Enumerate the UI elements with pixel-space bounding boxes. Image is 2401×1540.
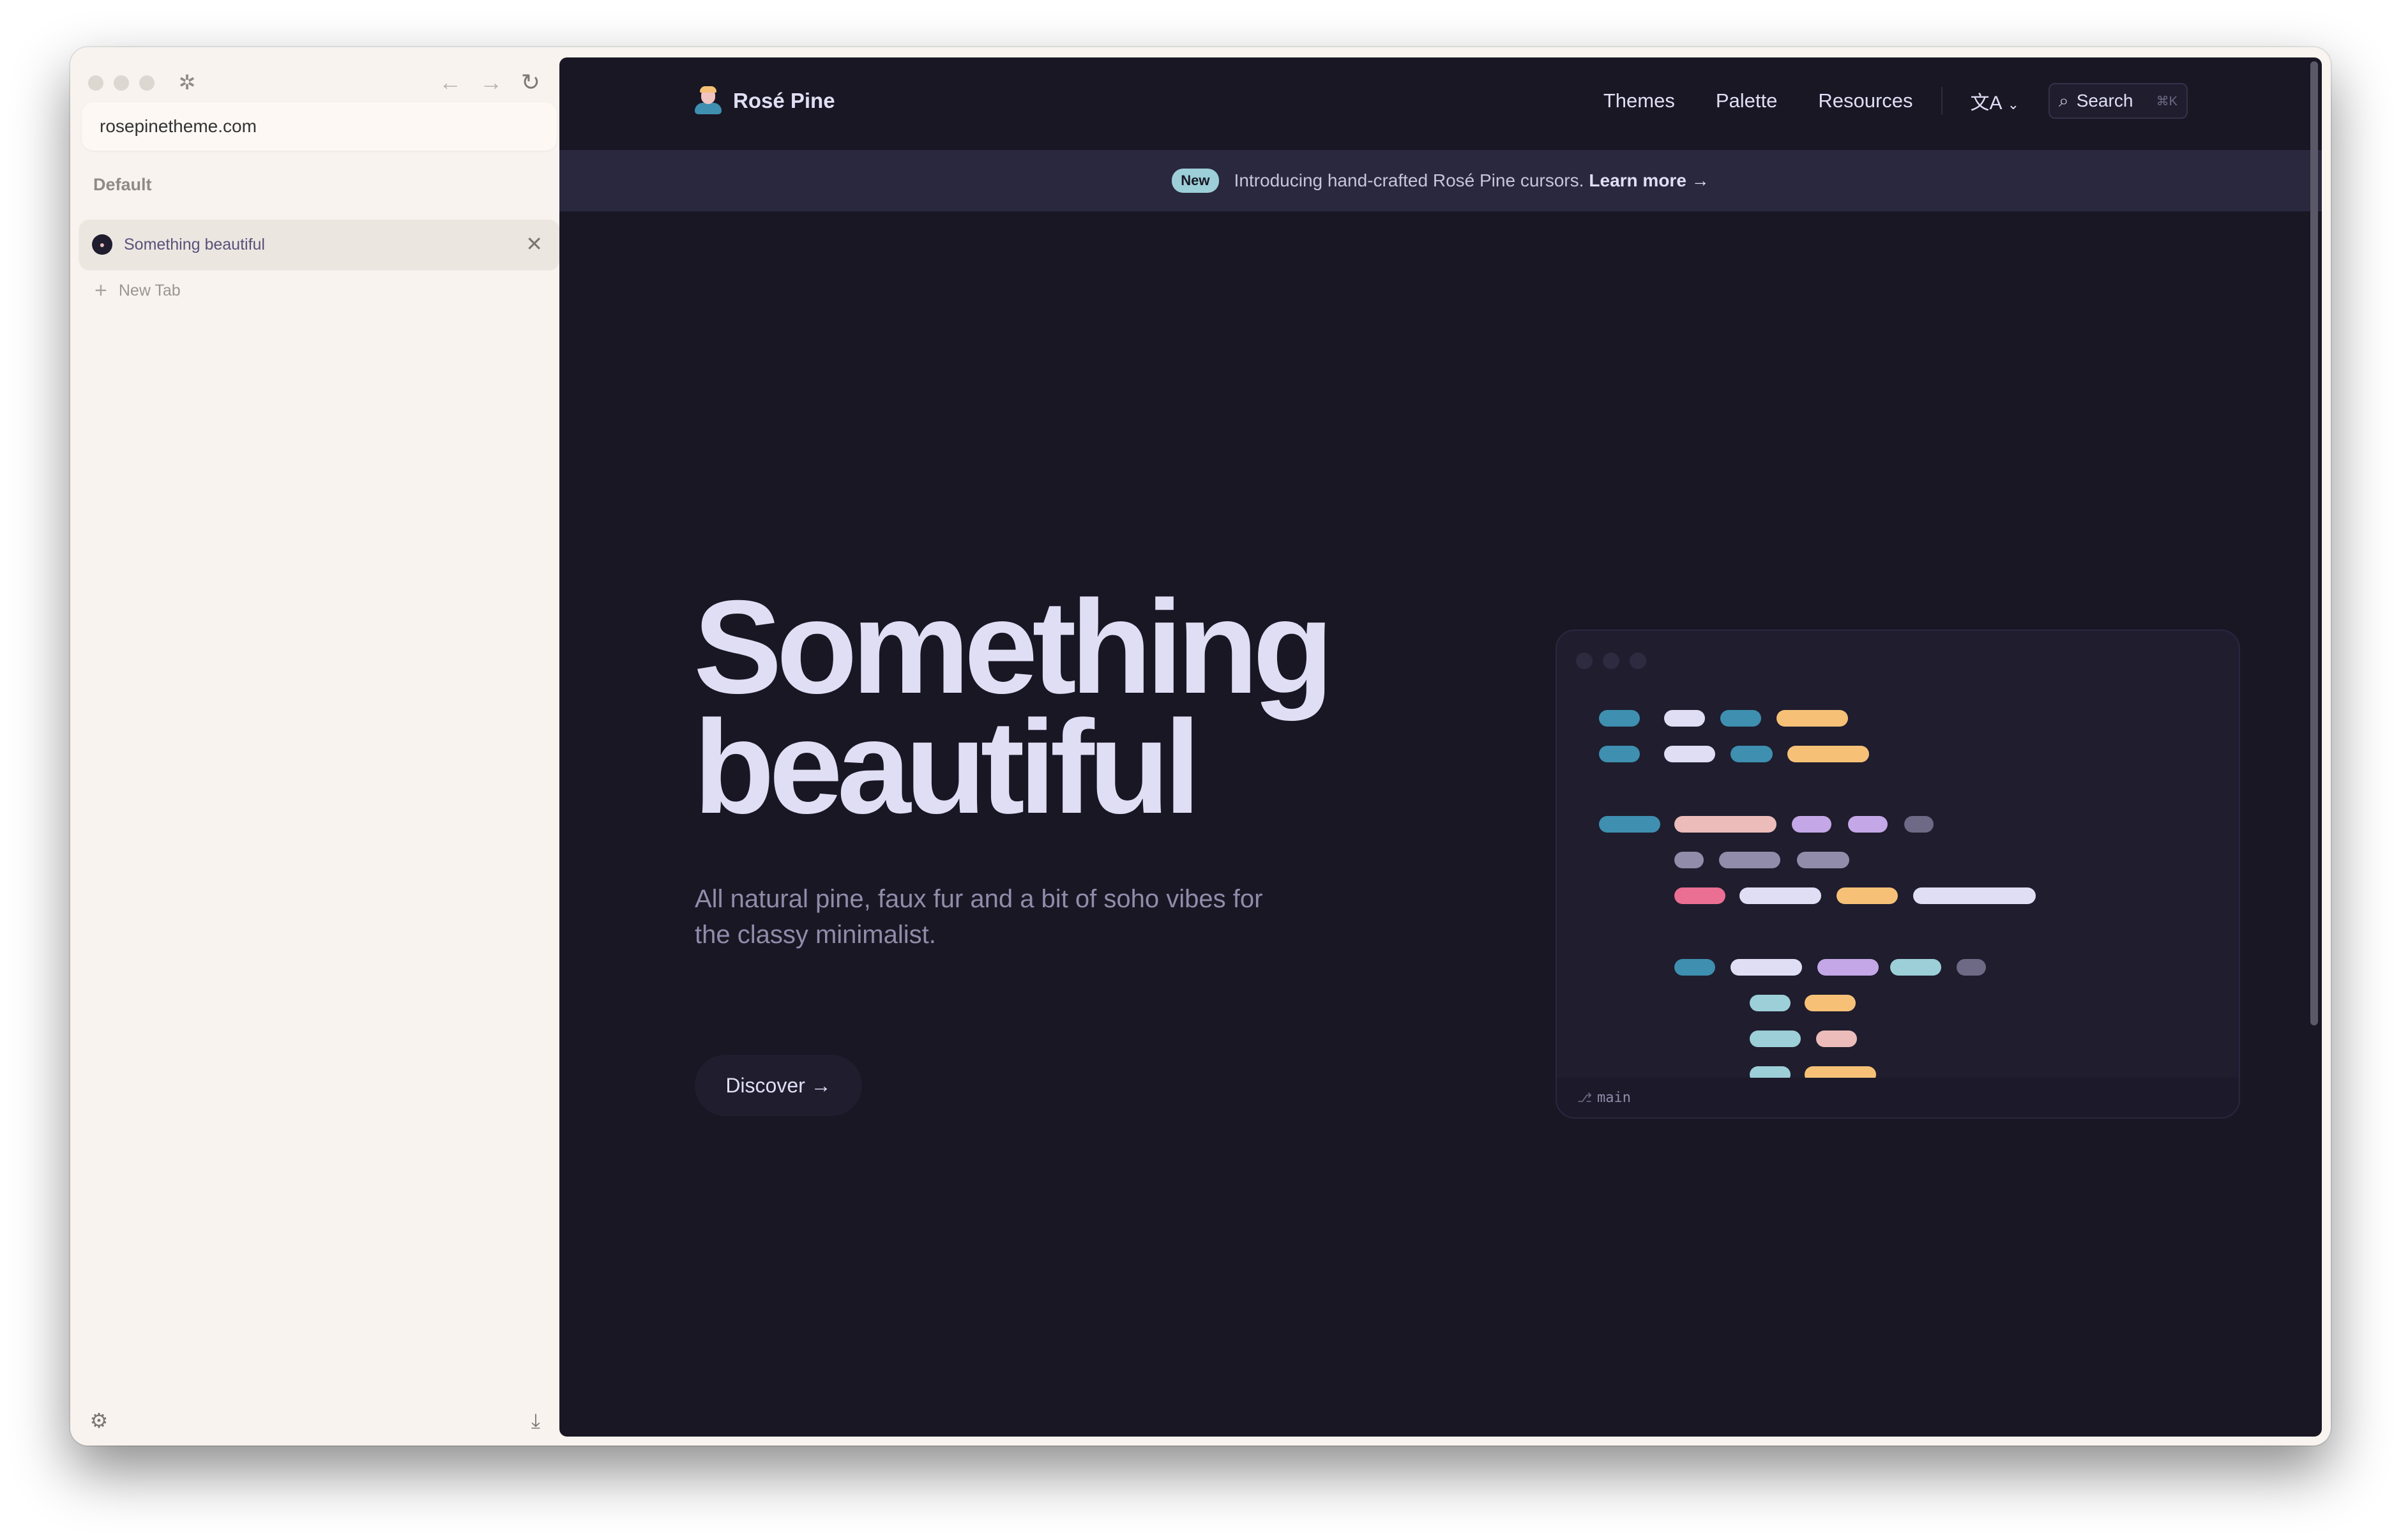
- code-status-bar: ⎇ main: [1557, 1078, 2239, 1117]
- vertical-scrollbar[interactable]: [2310, 61, 2318, 1025]
- code-token: [1674, 816, 1776, 833]
- new-badge: New: [1172, 169, 1219, 193]
- code-token: [1664, 746, 1715, 762]
- code-token: [1750, 1030, 1801, 1047]
- code-token: [1890, 959, 1941, 976]
- nav-link-resources[interactable]: Resources: [1818, 89, 1912, 112]
- discover-button[interactable]: Discover →: [695, 1055, 862, 1116]
- code-token: [1816, 1030, 1857, 1047]
- zoom-window-button[interactable]: [139, 75, 155, 91]
- hero-title: Something beautiful: [693, 573, 1334, 842]
- code-token: [1837, 887, 1898, 904]
- search-icon: ⌕: [2059, 90, 2069, 110]
- back-arrow-icon[interactable]: ←: [434, 66, 466, 98]
- nav-link-palette[interactable]: Palette: [1716, 89, 1778, 112]
- nav-divider: [1941, 87, 1943, 115]
- search-label: Search: [2076, 91, 2133, 110]
- code-token: [1720, 710, 1761, 727]
- search-shortcut: ⌘K: [2156, 94, 2178, 109]
- code-token: [1776, 710, 1848, 727]
- code-token: [1674, 959, 1715, 976]
- code-token: [1848, 816, 1888, 833]
- code-token: [1731, 959, 1802, 976]
- code-token: [1674, 852, 1704, 868]
- code-token: [1750, 995, 1791, 1011]
- site-header: Rosé Pine Themes Palette Resources 文A ⌄ ⌕…: [559, 57, 2322, 150]
- code-token: [1739, 887, 1821, 904]
- code-token: [1664, 710, 1705, 727]
- browser-window: ✲ ← → ↻ rosepinetheme.com Default ● Some…: [70, 47, 2331, 1446]
- extensions-icon[interactable]: ✲: [171, 66, 203, 98]
- plus-icon: +: [95, 278, 107, 303]
- address-bar[interactable]: rosepinetheme.com: [82, 102, 557, 151]
- site-logo[interactable]: Rosé Pine: [693, 86, 835, 116]
- code-token: [1674, 887, 1725, 904]
- code-token: [1805, 995, 1856, 1011]
- code-token: [1797, 852, 1849, 868]
- announcement-text: Introducing hand-crafted Rosé Pine curso…: [1234, 170, 1584, 190]
- close-window-button[interactable]: [88, 75, 103, 91]
- language-switcher[interactable]: 文A ⌄: [1971, 87, 2019, 115]
- settings-gear-icon[interactable]: ⚙: [84, 1406, 114, 1435]
- download-icon[interactable]: ⤓: [521, 1406, 550, 1435]
- code-token: [1904, 816, 1934, 833]
- code-token: [1719, 852, 1780, 868]
- code-token: [1913, 887, 2036, 904]
- code-token: [1599, 710, 1640, 727]
- nav-link-themes[interactable]: Themes: [1603, 89, 1675, 112]
- code-token: [1787, 746, 1869, 762]
- search-button[interactable]: ⌕ Search ⌘K: [2049, 83, 2188, 119]
- learn-more-link[interactable]: Learn more →: [1589, 170, 1709, 191]
- window-controls: [88, 75, 155, 91]
- hero-title-line-1: Something: [693, 573, 1334, 721]
- code-token: [1957, 959, 1986, 976]
- translate-icon: 文A: [1970, 93, 2003, 114]
- code-token: [1792, 816, 1831, 833]
- git-branch-icon: ⎇: [1577, 1090, 1593, 1105]
- web-content: Rosé Pine Themes Palette Resources 文A ⌄ ⌕…: [559, 57, 2322, 1437]
- reload-icon[interactable]: ↻: [515, 66, 547, 98]
- code-preview-lines: [1557, 631, 2239, 1117]
- tab-group-label: Default: [93, 175, 152, 194]
- hero-subtitle: All natural pine, faux fur and a bit of …: [695, 885, 1263, 949]
- browser-sidebar: ✲ ← → ↻ rosepinetheme.com Default ● Some…: [70, 47, 559, 1446]
- branch-name: main: [1597, 1089, 1632, 1106]
- sidebar-tab-active[interactable]: ● Something beautiful ✕: [79, 220, 559, 269]
- code-token: [1599, 816, 1660, 833]
- new-tab-button[interactable]: + New Tab: [95, 278, 181, 303]
- rose-pine-logo-icon: [693, 86, 723, 116]
- hero-title-line-2: beautiful: [693, 693, 1201, 842]
- chevron-down-icon: ⌄: [2007, 96, 2019, 112]
- code-preview-window: ⎇ main: [1556, 630, 2240, 1119]
- code-token: [1599, 746, 1640, 762]
- code-token: [1731, 746, 1773, 762]
- announcement-banner: New Introducing hand-crafted Rosé Pine c…: [559, 150, 2322, 211]
- forward-arrow-icon[interactable]: →: [475, 66, 507, 98]
- close-tab-icon[interactable]: ✕: [526, 231, 543, 257]
- minimize-window-button[interactable]: [114, 75, 129, 91]
- address-bar-url: rosepinetheme.com: [100, 116, 257, 136]
- brand-name: Rosé Pine: [733, 89, 835, 112]
- code-token: [1817, 959, 1879, 976]
- tab-title: Something beautiful: [124, 235, 265, 253]
- main-nav: Themes Palette Resources 文A ⌄ ⌕ Search ⌘K: [1603, 83, 2188, 119]
- rose-pine-favicon-icon: ●: [92, 234, 112, 255]
- new-tab-label: New Tab: [118, 282, 181, 299]
